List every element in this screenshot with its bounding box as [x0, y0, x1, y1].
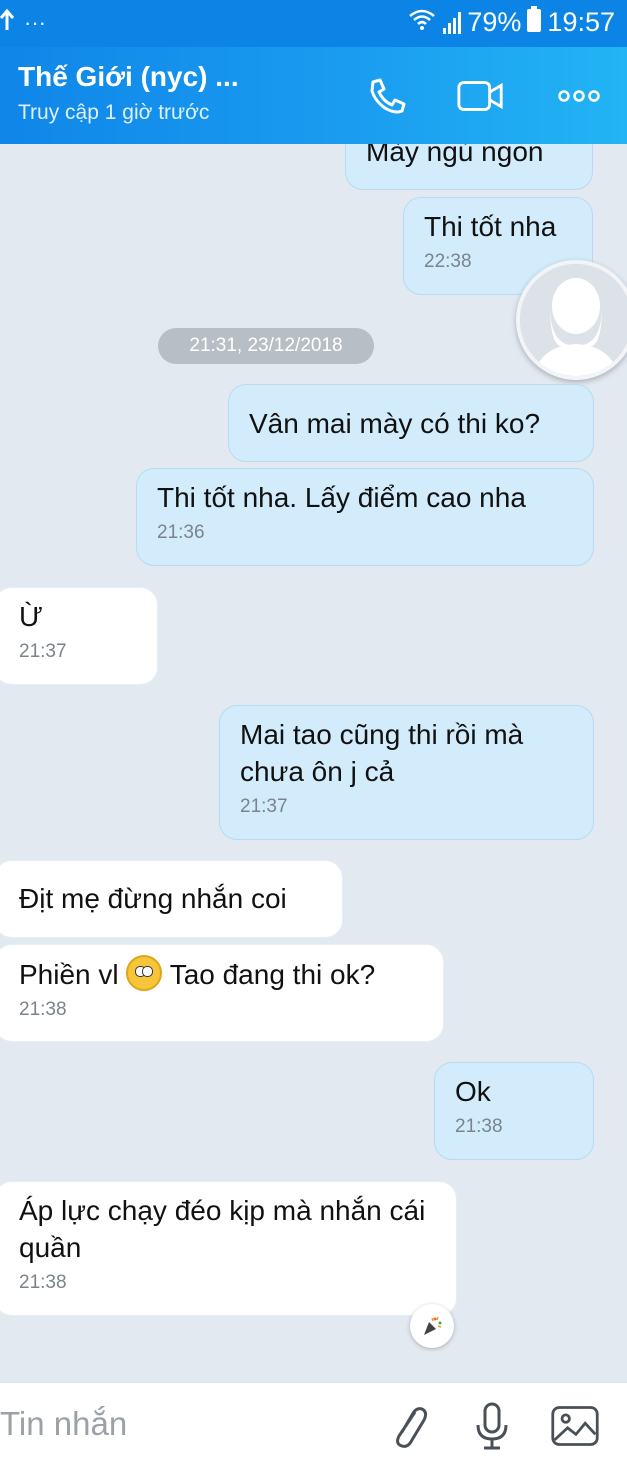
message-outgoing[interactable]: Mày ngủ ngon — [345, 144, 593, 190]
message-composer[interactable]: Tin nhắn — [0, 1382, 627, 1461]
battery-percent: 79% — [467, 7, 522, 37]
wifi-icon — [407, 7, 437, 38]
clock: 19:57 — [547, 7, 615, 37]
message-list[interactable]: Mày ngủ ngon Thi tốt nha 22:38 21:31, 23… — [0, 144, 627, 1382]
phone-icon[interactable] — [362, 73, 412, 119]
date-separator: 21:31, 23/12/2018 — [158, 328, 374, 364]
more-options-icon[interactable] — [554, 73, 604, 119]
attach-icon[interactable] — [384, 1401, 434, 1451]
status-right: 79% 19:57 — [407, 6, 615, 39]
contact-avatar[interactable] — [516, 260, 627, 380]
battery-icon — [527, 6, 542, 39]
message-incoming[interactable]: Phiền vl Tao đang thi ok? 21:38 — [0, 944, 444, 1042]
contact-name[interactable]: Thế Giới (nyc) ... — [18, 61, 239, 93]
image-icon[interactable] — [550, 1401, 600, 1451]
status-bar: ··· 79% 19:57 — [0, 0, 627, 47]
smiling-emoji-icon — [126, 955, 163, 991]
chat-header: Thế Giới (nyc) ... Truy cập 1 giờ trước — [0, 47, 627, 144]
message-outgoing[interactable]: Ok 21:38 — [434, 1062, 594, 1160]
status-left: ··· — [0, 8, 46, 38]
microphone-icon[interactable] — [467, 1401, 517, 1451]
message-outgoing[interactable]: Thi tốt nha. Lấy điểm cao nha 21:36 — [136, 468, 594, 566]
video-call-icon[interactable] — [456, 73, 506, 119]
message-time: 21:36 — [157, 522, 205, 543]
message-outgoing[interactable]: Vân mai mày có thi ko? — [228, 384, 594, 462]
message-incoming[interactable]: Ừ 21:37 — [0, 587, 158, 685]
message-time: 21:37 — [19, 641, 67, 662]
last-seen-status: Truy cập 1 giờ trước — [18, 101, 210, 124]
message-time: 21:38 — [19, 1272, 67, 1293]
message-incoming[interactable]: Áp lực chạy đéo kịp mà nhắn cái quần 21:… — [0, 1181, 457, 1316]
message-incoming[interactable]: Địt mẹ đừng nhắn coi — [0, 860, 343, 938]
message-input[interactable]: Tin nhắn — [0, 1405, 127, 1443]
message-time: 21:38 — [19, 999, 67, 1020]
reaction-party-icon[interactable] — [410, 1304, 454, 1348]
signal-icon — [443, 11, 462, 34]
message-time: 21:37 — [240, 796, 288, 817]
message-time: 21:38 — [455, 1116, 503, 1137]
upload-arrow-icon — [0, 8, 15, 38]
message-outgoing[interactable]: Mai tao cũng thi rồi mà chưa ôn j cả 21:… — [219, 705, 594, 840]
more-dots-icon: ··· — [24, 10, 46, 35]
